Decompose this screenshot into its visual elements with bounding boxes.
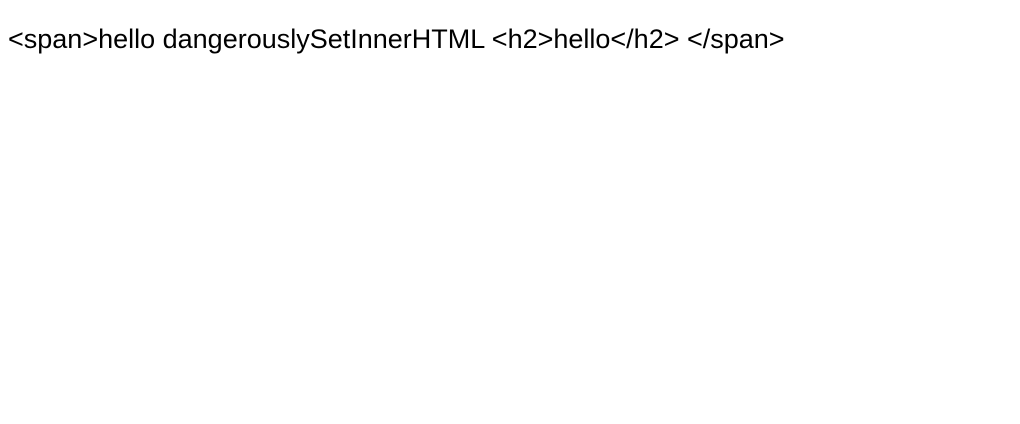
escaped-html-text: <span>hello dangerouslySetInnerHTML <h2>… bbox=[8, 24, 785, 54]
page: <span>hello dangerouslySetInnerHTML <h2>… bbox=[0, 0, 1020, 424]
